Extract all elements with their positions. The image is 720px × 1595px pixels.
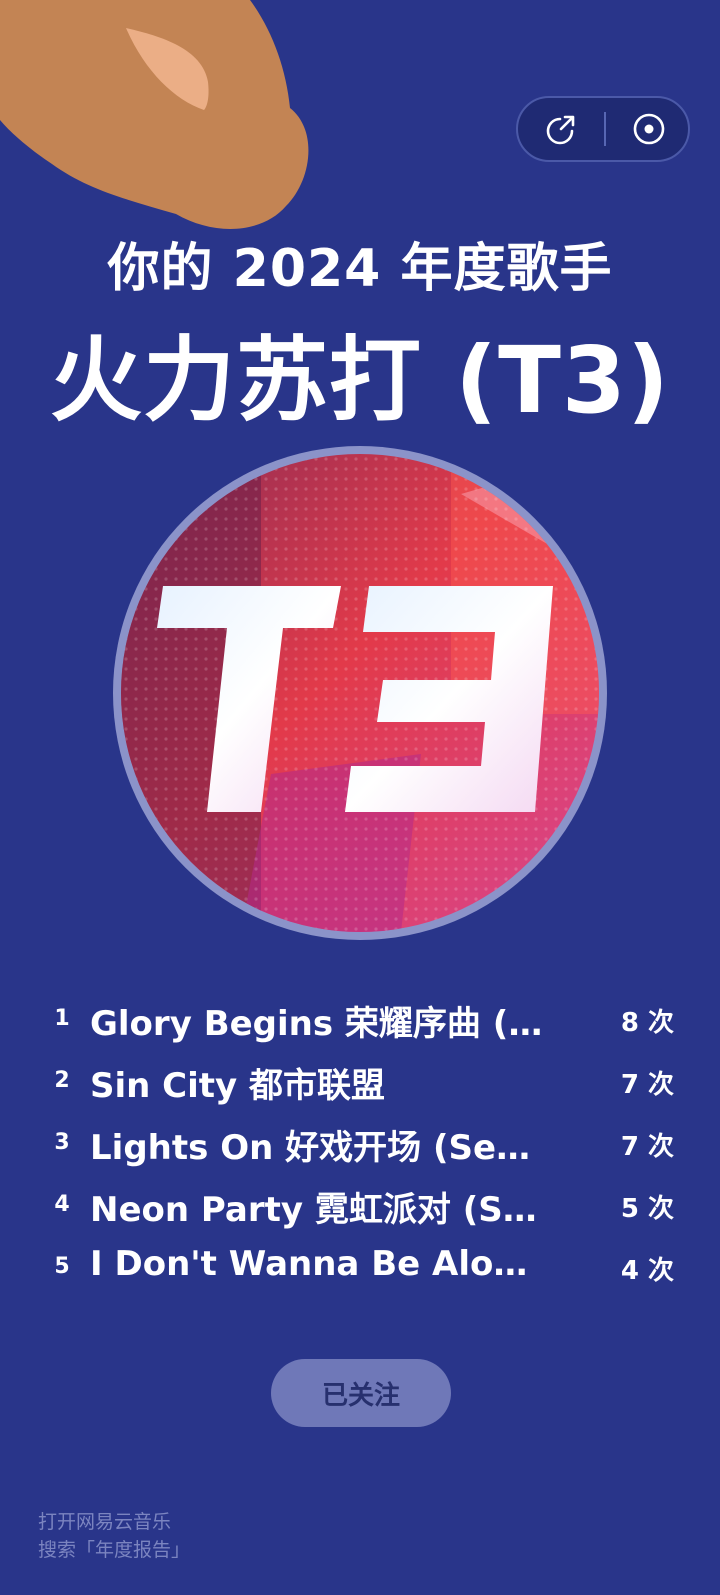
artist-name: 火力苏打 (T3) — [50, 327, 670, 434]
song-title: Neon Party 霓虹派对 (Su… — [90, 1190, 545, 1230]
report-subtitle: 你的 2024 年度歌手 — [107, 239, 613, 299]
song-rank: 2 — [54, 1068, 70, 1093]
song-play-count: 4 次 — [620, 1256, 674, 1286]
top-songs-list: 1 Glory Begins 荣耀序曲 (S… 8 次 2 Sin City 都… — [0, 992, 720, 1302]
song-title: Lights On 好戏开场 (Sea… — [90, 1128, 545, 1168]
song-row-5[interactable]: 5 I Don't Wanna Be Alone… 4 次 — [0, 1240, 720, 1302]
song-row-4[interactable]: 4 Neon Party 霓虹派对 (Su… 5 次 — [0, 1178, 720, 1240]
footer-hint: 打开网易云音乐 搜索「年度报告」 — [38, 1508, 190, 1564]
vinyl-button[interactable] — [628, 108, 670, 150]
follow-button[interactable]: 已关注 — [271, 1359, 451, 1427]
song-title: Glory Begins 荣耀序曲 (S… — [90, 1004, 545, 1044]
song-title: Sin City 都市联盟 — [90, 1066, 386, 1106]
song-play-count: 7 次 — [620, 1132, 674, 1162]
year-report-page: 你的 2024 年度歌手 火力苏打 (T3) 1 Glory Begins 荣耀… — [0, 0, 720, 1595]
song-play-count: 5 次 — [620, 1194, 674, 1224]
artist-cover-image — [121, 454, 599, 932]
controls-divider — [604, 112, 606, 146]
share-icon — [546, 115, 575, 145]
artist-cover[interactable] — [113, 446, 607, 940]
song-row-2[interactable]: 2 Sin City 都市联盟 7 次 — [0, 1054, 720, 1116]
share-button[interactable] — [540, 108, 582, 150]
song-play-count: 7 次 — [620, 1070, 674, 1100]
footer-line-open-app: 打开网易云音乐 — [38, 1511, 172, 1533]
song-rank: 1 — [54, 1006, 70, 1031]
top-controls — [516, 96, 690, 162]
song-rank: 3 — [54, 1130, 70, 1155]
song-rank: 4 — [54, 1192, 70, 1217]
song-row-3[interactable]: 3 Lights On 好戏开场 (Sea… 7 次 — [0, 1116, 720, 1178]
decorative-blob — [0, 0, 309, 229]
footer-line-search: 搜索「年度报告」 — [38, 1539, 191, 1561]
song-title: I Don't Wanna Be Alone… — [90, 1244, 545, 1284]
song-play-count: 8 次 — [620, 1008, 674, 1038]
vinyl-disc-icon — [633, 113, 665, 145]
song-row-1[interactable]: 1 Glory Begins 荣耀序曲 (S… 8 次 — [0, 992, 720, 1054]
song-rank: 5 — [54, 1254, 70, 1279]
